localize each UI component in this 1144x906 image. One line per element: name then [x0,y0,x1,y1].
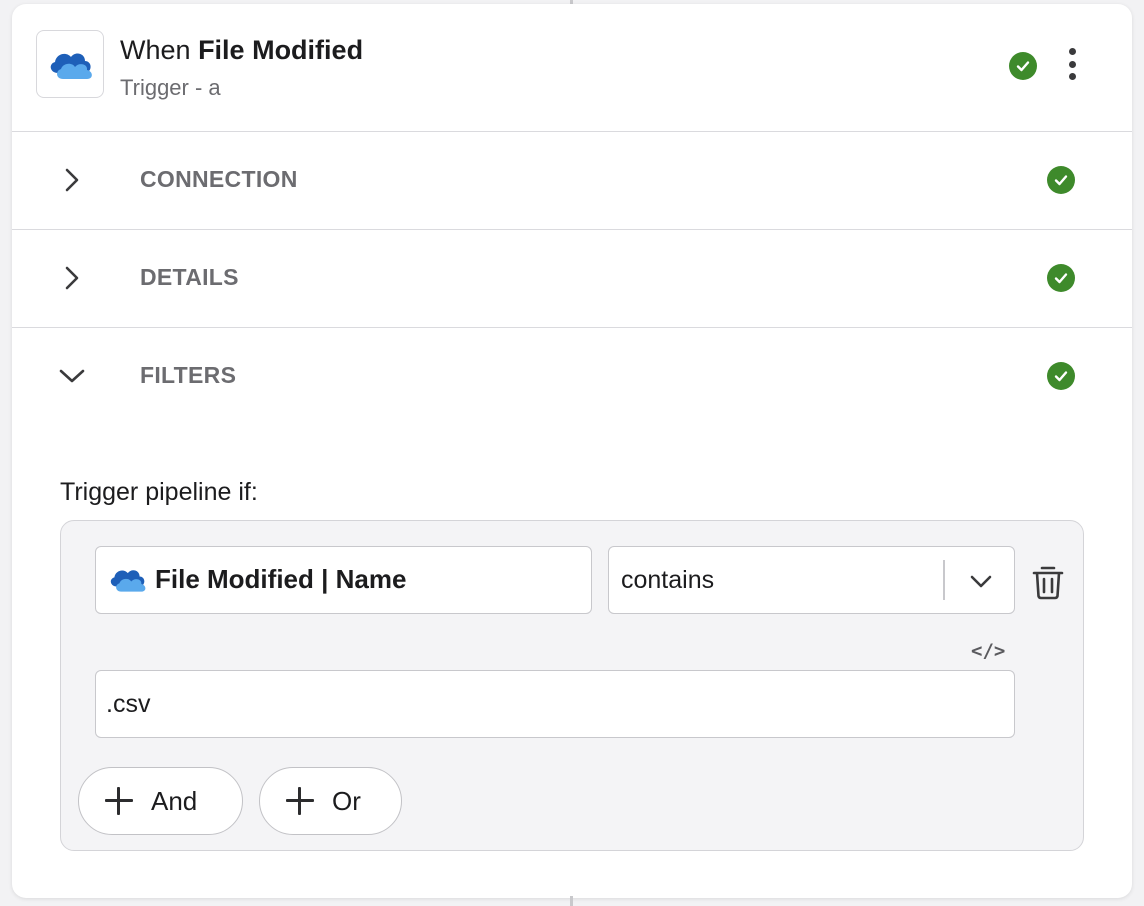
card-title-event: File Modified [198,35,364,65]
plus-icon [103,785,135,817]
filter-field-select[interactable]: File Modified | Name [95,546,592,614]
card-header: When File Modified Trigger - a [12,4,1132,132]
code-toggle-icon[interactable]: </> [971,640,1005,662]
select-divider [943,560,945,600]
check-circle-icon [1047,362,1075,390]
card-subtitle: Trigger - a [120,75,221,100]
or-button-label: Or [332,785,361,816]
operator-select[interactable]: contains [608,546,1015,614]
operator-value: contains [621,566,715,594]
section-connection[interactable]: CONNECTION [12,132,1132,230]
card-title-prefix: When [120,35,191,65]
filter-value-input[interactable] [106,671,996,737]
kebab-menu-icon[interactable] [1060,44,1084,84]
add-or-condition-button[interactable]: Or [259,767,402,835]
section-details[interactable]: DETAILS [12,230,1132,328]
section-label: FILTERS [140,362,237,388]
trigger-card: When File Modified Trigger - a CONNECTIO… [12,4,1132,898]
section-label: CONNECTION [140,166,298,192]
check-circle-icon [1047,264,1075,292]
chevron-right-icon [65,266,79,290]
section-filters[interactable]: FILTERS [12,328,1132,426]
card-title: When File Modified [120,34,363,66]
app-icon [36,30,104,98]
and-button-label: And [151,785,198,816]
add-and-condition-button[interactable]: And [78,767,243,835]
chevron-down-icon[interactable] [967,567,995,595]
connector-line-bottom [570,896,573,906]
header-status-check-icon [1009,52,1037,80]
onedrive-cloud-icon [50,53,92,79]
chevron-down-icon [59,369,85,383]
plus-icon [284,785,316,817]
trash-icon[interactable] [1031,564,1065,600]
filter-condition-panel: File Modified | Name contains </> And Or [60,520,1084,851]
filter-field-label: File Modified | Name [155,564,407,594]
filter-intro-label: Trigger pipeline if: [60,478,258,506]
check-circle-icon [1047,166,1075,194]
section-label: DETAILS [140,264,239,290]
chevron-right-icon [65,168,79,192]
filter-value-field[interactable] [95,670,1015,738]
onedrive-cloud-icon [110,570,146,592]
